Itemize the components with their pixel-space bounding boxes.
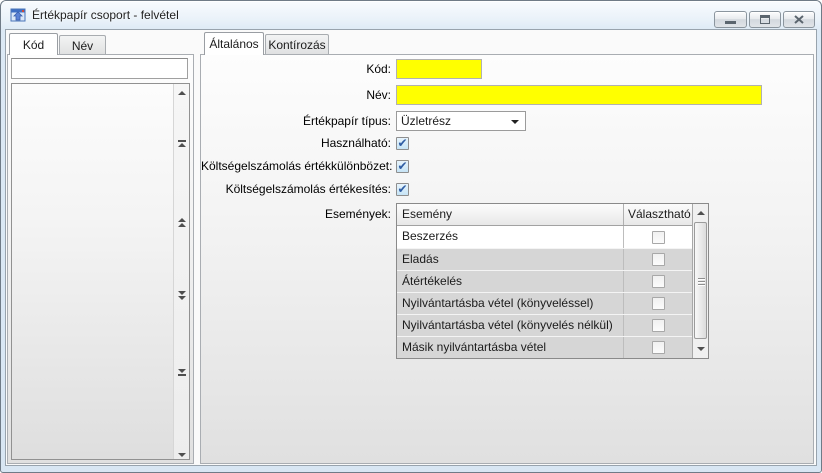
- minimize-button[interactable]: [714, 11, 747, 28]
- events-table-scrollbar[interactable]: [692, 204, 708, 358]
- row-esemeny-cell: Másik nyilvántartásba vétel: [397, 337, 624, 358]
- table-row[interactable]: Eladás: [397, 248, 692, 270]
- list-scrollbar[interactable]: [173, 84, 189, 459]
- client-area: Kód Név Általános Kontírozás Kód: Név: É…: [5, 29, 817, 466]
- ertekpapir-tipus-label: Értékpapír típus:: [302, 114, 391, 128]
- valaszthato-checkbox[interactable]: [651, 297, 665, 310]
- row-check-cell: [624, 271, 692, 292]
- row-check-cell: [624, 337, 692, 358]
- hasznalhato-label: Használható:: [320, 136, 391, 150]
- nev-input[interactable]: [396, 85, 762, 105]
- valaszthato-checkbox[interactable]: [651, 230, 665, 244]
- esemenyek-label: Események:: [324, 207, 391, 221]
- ertekpapir-tipus-select[interactable]: Üzletrész: [396, 111, 526, 131]
- scroll-up-icon[interactable]: [174, 88, 189, 98]
- table-row[interactable]: Másik nyilvántartásba vétel: [397, 336, 692, 358]
- ertekesites-checkbox[interactable]: ✔: [396, 183, 409, 196]
- row-esemeny-cell: Beszerzés: [397, 226, 624, 248]
- maximize-button[interactable]: [749, 11, 781, 28]
- column-header-esemeny[interactable]: Esemény: [397, 204, 624, 225]
- ertekkulonbozet-checkbox[interactable]: ✔: [396, 160, 409, 173]
- row-check-cell: [624, 293, 692, 314]
- valaszthato-checkbox[interactable]: [651, 275, 665, 288]
- scroll-pageup-icon[interactable]: [174, 216, 189, 228]
- table-row[interactable]: Átértékelés: [397, 270, 692, 292]
- tab-altalanos[interactable]: Általános: [204, 32, 264, 55]
- left-panel: [7, 54, 194, 464]
- close-icon: [794, 15, 804, 24]
- tab-kontirozas-label: Kontírozás: [268, 38, 326, 52]
- row-check-cell: [624, 249, 692, 270]
- scroll-up-icon[interactable]: [693, 208, 708, 218]
- column-header-valaszthato[interactable]: Választható: [624, 204, 692, 225]
- hasznalhato-checkbox[interactable]: ✔: [396, 137, 409, 150]
- tab-kontirozas[interactable]: Kontírozás: [265, 34, 329, 55]
- minimize-icon: [725, 21, 736, 24]
- maximize-icon: [760, 15, 770, 24]
- events-table: Esemény Választható Beszerzés Eladás Áté…: [396, 203, 709, 359]
- ertekesites-label: Költségelszámolás értékesítés:: [225, 182, 391, 196]
- row-check-cell: [624, 226, 692, 248]
- ertekpapir-tipus-value: Üzletrész: [401, 114, 452, 128]
- scrollbar-thumb[interactable]: [694, 222, 707, 339]
- scroll-pagedown-icon[interactable]: [174, 289, 189, 301]
- row-esemeny-cell: Nyilvántartásba vétel (könyveléssel): [397, 293, 624, 314]
- check-icon: ✔: [397, 182, 408, 196]
- row-check-cell: [624, 315, 692, 336]
- events-table-header: Esemény Választható: [397, 204, 692, 226]
- code-filter-input[interactable]: [11, 58, 188, 79]
- tab-kod-label: Kód: [22, 38, 45, 52]
- thumb-grip-icon: [698, 278, 705, 285]
- valaszthato-checkbox[interactable]: [651, 341, 665, 354]
- kod-input[interactable]: [396, 59, 482, 79]
- title-bar[interactable]: Értékpapír csoport - felvétel: [1, 1, 821, 29]
- row-esemeny-cell: Átértékelés: [397, 271, 624, 292]
- row-esemeny-cell: Eladás: [397, 249, 624, 270]
- dialog-window: Értékpapír csoport - felvétel Kód Név Ál…: [0, 0, 822, 473]
- tab-altalanos-label: Általános: [209, 37, 259, 51]
- valaszthato-checkbox[interactable]: [651, 253, 665, 266]
- chevron-down-icon: [511, 120, 519, 124]
- scroll-down-icon[interactable]: [693, 344, 708, 354]
- table-row[interactable]: Nyilvántartásba vétel (könyveléssel): [397, 292, 692, 314]
- check-icon: ✔: [397, 136, 408, 150]
- valaszthato-checkbox[interactable]: [651, 319, 665, 332]
- table-row[interactable]: Nyilvántartásba vétel (könyvelés nélkül): [397, 314, 692, 336]
- tab-nev-label: Név: [71, 39, 94, 53]
- scroll-first-icon[interactable]: [174, 138, 189, 148]
- kod-label: Kód:: [366, 62, 391, 76]
- check-icon: ✔: [397, 159, 408, 173]
- table-row[interactable]: Beszerzés: [397, 226, 692, 248]
- general-tab-page: Kód: Név: Értékpapír típus: Üzletrész Ha…: [200, 54, 814, 464]
- scroll-last-icon[interactable]: [174, 367, 189, 377]
- tab-kod[interactable]: Kód: [9, 33, 58, 55]
- window-icon: [10, 8, 26, 22]
- row-esemeny-cell: Nyilvántartásba vétel (könyvelés nélkül): [397, 315, 624, 336]
- close-button[interactable]: [783, 11, 815, 28]
- ertekkulonbozet-label: Költségelszámolás értékkülönbözet:: [201, 159, 393, 173]
- group-list[interactable]: [11, 83, 190, 460]
- scroll-down-icon[interactable]: [174, 450, 189, 460]
- tab-nev[interactable]: Név: [59, 35, 106, 55]
- window-title: Értékpapír csoport - felvétel: [32, 8, 179, 22]
- nev-label: Név:: [366, 88, 391, 102]
